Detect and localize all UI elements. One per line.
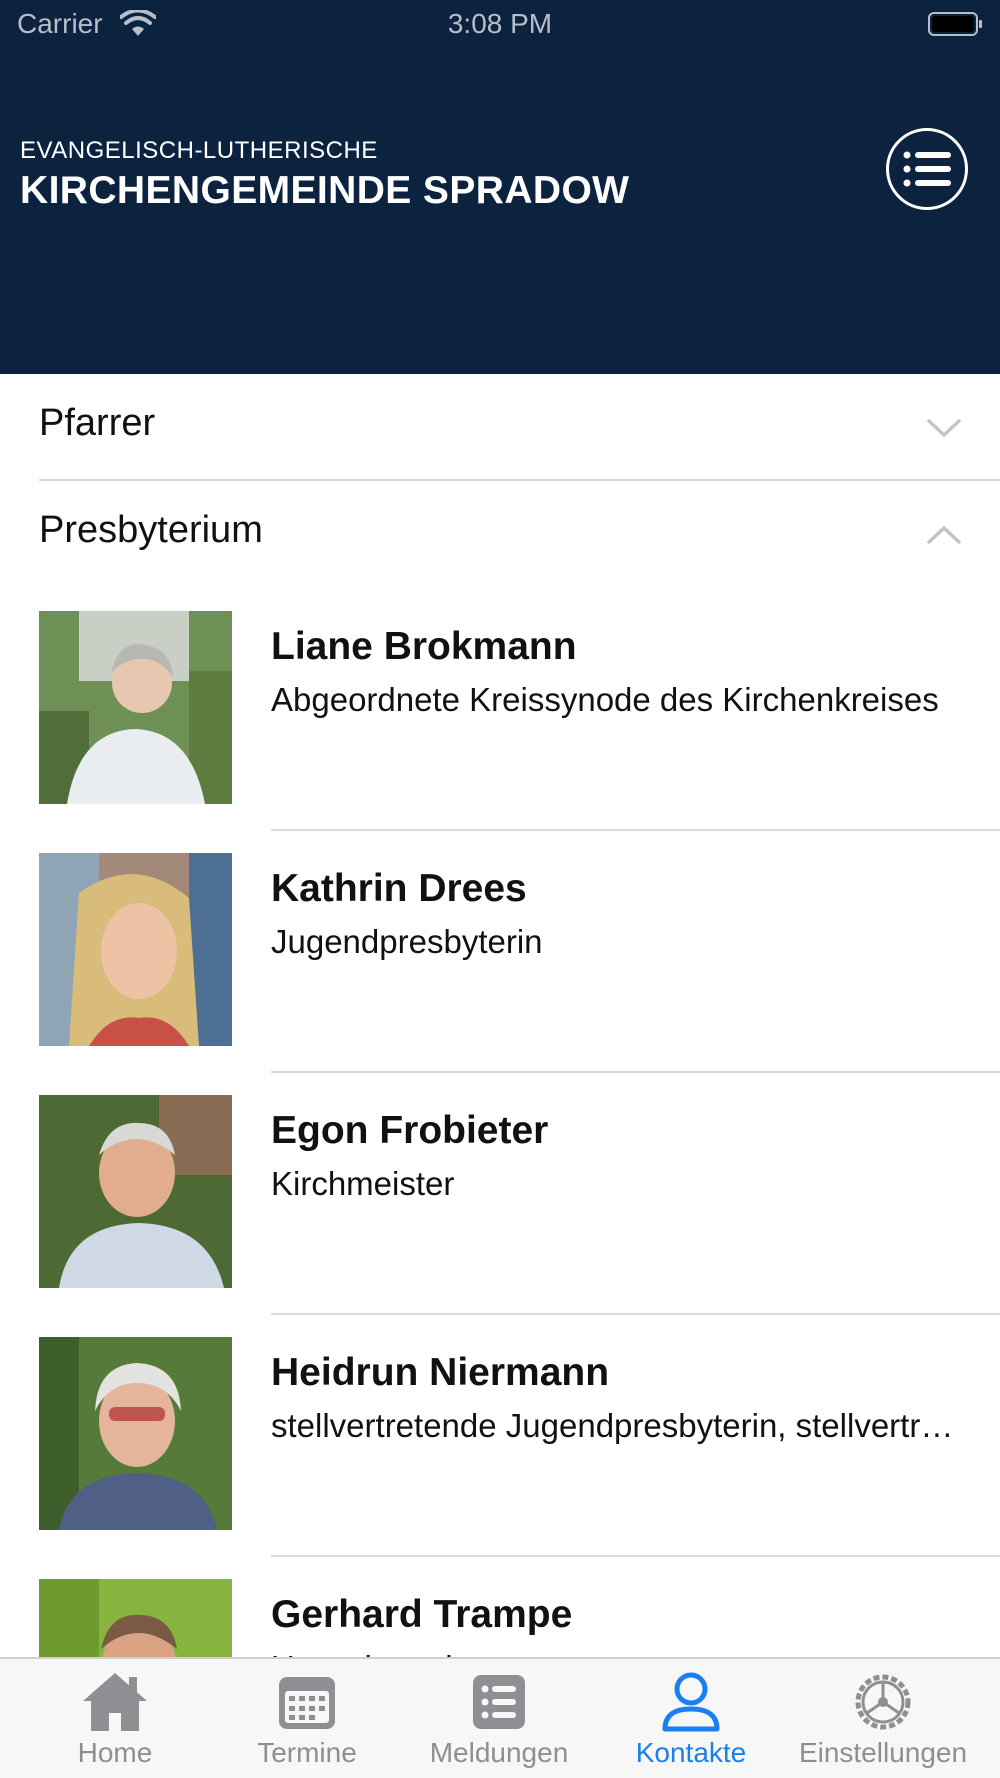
- news-list-icon: [473, 1675, 525, 1729]
- settings-icon: [855, 1674, 911, 1730]
- contact-row[interactable]: Egon Frobieter Kirchmeister: [0, 1073, 1000, 1315]
- section-label: Pfarrer: [39, 402, 156, 444]
- section-presbyterium[interactable]: Presbyterium: [0, 481, 1000, 587]
- list-icon: [903, 151, 951, 187]
- contact-row[interactable]: Heidrun Niermann stellvertretende Jugend…: [0, 1315, 1000, 1557]
- contact-name: Heidrun Niermann: [271, 1351, 610, 1394]
- battery-icon: [928, 12, 982, 36]
- contact-role: stellvertretende Jugendpresbyterin, stel…: [271, 1407, 971, 1444]
- tab-einstellungen[interactable]: Einstellungen: [783, 1659, 983, 1778]
- contact-role: Kirchmeister: [271, 1165, 455, 1202]
- chevron-up-icon: [927, 526, 961, 544]
- tab-termine[interactable]: Termine: [207, 1659, 407, 1778]
- contact-name: Egon Frobieter: [271, 1109, 549, 1152]
- contact-row[interactable]: Liane Brokmann Abgeordnete Kreissynode d…: [0, 589, 1000, 831]
- status-time: 3:08 PM: [447, 8, 553, 39]
- contact-photo: [39, 611, 232, 804]
- app-header: Carrier 3:08 PM EVANGELISCH-LUTHERISCHE …: [0, 0, 1000, 374]
- header-subtitle: EVANGELISCH-LUTHERISCHE: [20, 137, 378, 164]
- contact-name: Gerhard Trampe: [271, 1593, 573, 1636]
- chevron-down-icon: [927, 419, 961, 437]
- menu-button[interactable]: [886, 128, 968, 210]
- contact-role: Abgeordnete Kreissynode des Kirchenkreis…: [271, 681, 939, 718]
- contact-photo: [39, 1337, 232, 1530]
- section-pfarrer[interactable]: Pfarrer: [0, 374, 1000, 480]
- contact-photo: [39, 1095, 232, 1288]
- contact-role: Jugendpresbyterin: [271, 923, 543, 960]
- tab-label: Home: [77, 1737, 153, 1768]
- contact-name: Kathrin Drees: [271, 867, 527, 910]
- header-title: KIRCHENGEMEINDE SPRADOW: [20, 169, 630, 212]
- home-icon: [83, 1673, 147, 1731]
- tab-label: Meldungen: [429, 1737, 569, 1768]
- tab-label: Termine: [257, 1737, 357, 1768]
- tab-bar: Home Termine Meldungen Kontakte Einstell…: [0, 1657, 1000, 1778]
- tab-meldungen[interactable]: Meldungen: [399, 1659, 599, 1778]
- contact-name: Liane Brokmann: [271, 625, 577, 668]
- status-bar: Carrier 3:08 PM: [0, 0, 1000, 52]
- tab-label: Einstellungen: [798, 1737, 968, 1768]
- contact-row[interactable]: Kathrin Drees Jugendpresbyterin: [0, 831, 1000, 1073]
- section-label: Presbyterium: [39, 509, 263, 551]
- tab-kontakte[interactable]: Kontakte: [591, 1659, 791, 1778]
- person-icon: [662, 1672, 720, 1732]
- tab-label: Kontakte: [635, 1737, 747, 1768]
- calendar-icon: [279, 1677, 335, 1729]
- tab-home[interactable]: Home: [15, 1659, 215, 1778]
- contact-photo: [39, 853, 232, 1046]
